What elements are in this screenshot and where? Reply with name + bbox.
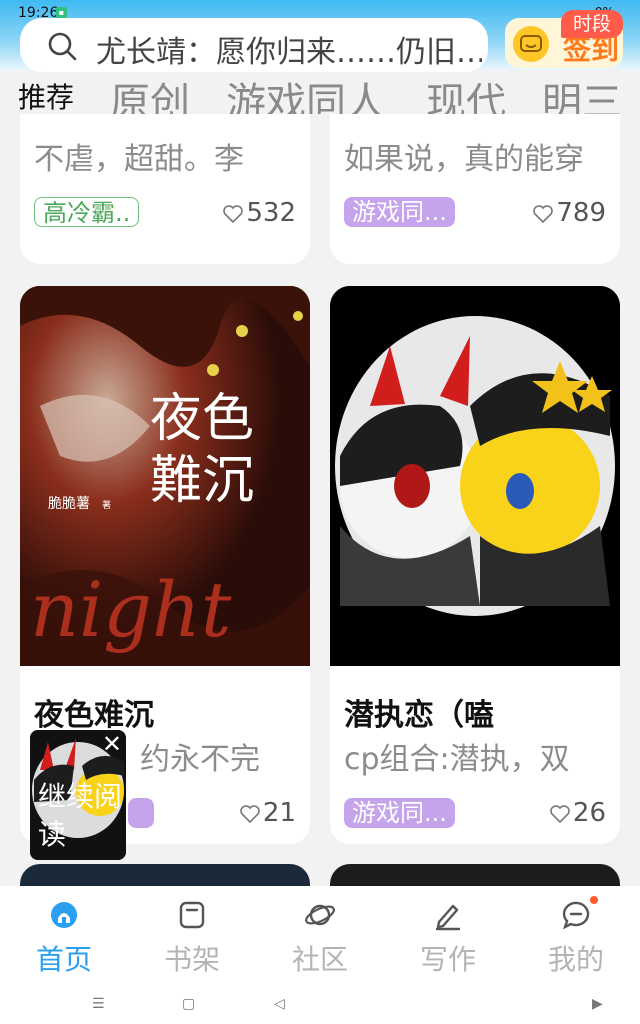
planet-icon <box>305 904 335 926</box>
nav-label: 书架 <box>163 943 220 976</box>
nav-bookshelf[interactable]: 书架 <box>142 896 242 982</box>
smile-chat-icon <box>513 26 549 62</box>
cover-author-suffix: 著 <box>102 499 111 511</box>
search-icon <box>48 32 77 61</box>
nav-me[interactable]: 我的 <box>526 896 626 982</box>
card-tag: 高冷霸.. <box>34 197 140 227</box>
card-title: 潜执恋（嗑 <box>344 698 494 733</box>
card-description: 不虐，超甜。李 <box>34 142 244 177</box>
close-icon[interactable]: ✕ <box>102 732 122 756</box>
nav-community[interactable]: 社区 <box>270 896 370 982</box>
card-likes: 21 <box>240 798 296 828</box>
pen-icon <box>435 904 461 931</box>
notification-dot <box>590 896 598 904</box>
card-title: 夜色难沉 <box>34 698 154 733</box>
card-title-fragment <box>34 114 284 116</box>
nav-label: 写作 <box>419 943 476 976</box>
book-cover: 夜色 難沉 脆脆薯 著 night <box>20 286 310 666</box>
card-likes: 532 <box>223 198 296 228</box>
tab-recommend[interactable]: 推荐 <box>18 76 74 114</box>
card-description: 约永不完 <box>140 742 260 777</box>
book-card[interactable] <box>20 864 310 886</box>
likes-count: 532 <box>246 198 296 228</box>
cover-author: 脆脆薯 <box>48 495 90 512</box>
heart-icon <box>550 805 570 823</box>
heart-icon <box>223 205 244 223</box>
system-nav-bar: ☰ ▢ ◁ ▶ <box>0 988 640 1024</box>
tab-original[interactable]: 原创 <box>110 70 190 114</box>
tab-game-fanfic[interactable]: 游戏同人 <box>226 70 386 114</box>
card-description: cp组合:潜执，双 <box>344 742 570 777</box>
search-placeholder: 尤长靖：愿你归来……仍旧… <box>96 35 482 70</box>
book-card[interactable]: 如果说，真的能穿 游戏同... 789 <box>330 114 620 264</box>
menu-icon[interactable]: ☰ <box>92 996 105 1012</box>
cover-art: 夜色 難沉 脆脆薯 著 night <box>20 286 310 666</box>
heart-icon <box>240 805 260 823</box>
checkin-badge: 时段 <box>561 10 623 38</box>
likes-count: 21 <box>262 798 296 828</box>
nav-label: 社区 <box>291 943 348 976</box>
home-square-icon[interactable]: ▢ <box>182 996 195 1012</box>
continue-reading-widget[interactable]: ✕ 继续阅读 <box>30 730 126 860</box>
heart-icon <box>533 205 554 223</box>
search-bar[interactable]: 尤长靖：愿你归来……仍旧… <box>20 18 488 72</box>
card-likes: 789 <box>533 198 606 228</box>
card-likes: 26 <box>550 798 606 828</box>
cover-title-1: 夜色 <box>150 389 254 449</box>
card-tag: 游戏同... <box>344 798 455 828</box>
cover-script: night <box>30 565 232 654</box>
bookshelf-icon <box>179 901 205 929</box>
tab-more[interactable]: 明三 <box>542 70 622 114</box>
nav-home[interactable]: 首页 <box>14 896 114 982</box>
nav-write[interactable]: 写作 <box>398 896 498 982</box>
nav-label: 首页 <box>35 943 92 976</box>
tab-modern[interactable]: 现代 <box>426 70 506 114</box>
bottom-nav: 首页 书架 社区 写作 我的 <box>0 886 640 988</box>
likes-count: 26 <box>572 798 606 828</box>
back-icon[interactable]: ◁ <box>274 996 285 1012</box>
book-card[interactable]: 潜执恋（嗑 cp组合:潜执，双 游戏同... 26 <box>330 286 620 844</box>
home-icon <box>51 902 77 928</box>
card-title-fragment <box>344 114 594 116</box>
chat-icon <box>562 901 590 930</box>
notification-icon: ▪ <box>56 7 67 18</box>
checkin-button[interactable]: 签到 时段 <box>505 10 623 68</box>
continue-reading-label: 继续阅读 <box>38 780 123 851</box>
book-card[interactable]: 不虐，超甜。李 高冷霸.. 532 <box>20 114 310 264</box>
card-tag: 游戏同... <box>344 197 455 227</box>
card-tag <box>128 798 154 828</box>
book-card[interactable] <box>330 864 620 886</box>
cover-title-2: 難沉 <box>150 451 254 511</box>
cover-art <box>330 286 620 666</box>
book-cover <box>330 286 620 666</box>
forward-icon[interactable]: ▶ <box>592 996 603 1012</box>
card-description: 如果说，真的能穿 <box>344 142 584 177</box>
likes-count: 789 <box>556 198 606 228</box>
category-tabs: 推荐 原创 游戏同人 现代 明三 <box>0 70 640 114</box>
nav-label: 我的 <box>547 943 604 976</box>
